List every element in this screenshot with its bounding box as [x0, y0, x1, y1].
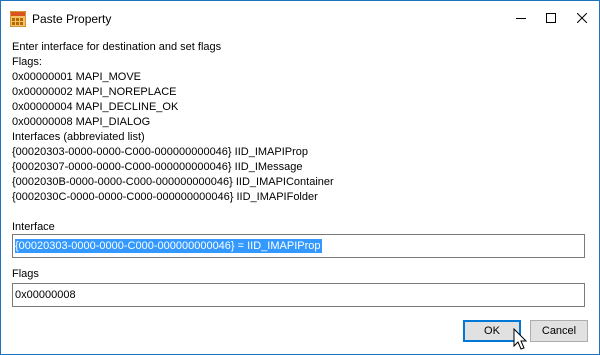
flag-line: 0x00000002 MAPI_NOREPLACE: [12, 86, 177, 98]
flags-field-value: 0x00000008: [15, 289, 76, 301]
instruction-line: Enter interface for destination and set …: [12, 41, 222, 53]
mapi-app-icon: [9, 10, 27, 28]
flag-line: 0x00000008 MAPI_DIALOG: [12, 116, 151, 128]
minimize-icon: [516, 18, 526, 19]
interface-field[interactable]: {00020303-0000-0000-C000-000000000046} =…: [12, 234, 585, 258]
flag-line: 0x00000004 MAPI_DECLINE_OK: [12, 101, 179, 113]
flags-label: Flags: [12, 268, 39, 280]
instruction-line: Interfaces (abbreviated list): [12, 131, 145, 143]
paste-property-dialog: Paste Property Enter interface for desti…: [0, 0, 600, 355]
instruction-line: Flags:: [12, 56, 42, 68]
minimize-button[interactable]: [506, 1, 536, 35]
interface-line: {0002030C-0000-0000-C000-000000000046} I…: [12, 191, 318, 203]
interface-line: {00020307-0000-0000-C000-000000000046} I…: [12, 161, 303, 173]
cancel-button[interactable]: Cancel: [530, 320, 588, 342]
close-button[interactable]: [567, 1, 597, 35]
maximize-button[interactable]: [536, 1, 566, 35]
interface-line: {00020303-0000-0000-C000-000000000046} I…: [12, 146, 309, 158]
interface-label: Interface: [12, 221, 55, 233]
window-title: Paste Property: [32, 12, 112, 26]
interface-line: {0002030B-0000-0000-C000-000000000046} I…: [12, 176, 334, 188]
flags-field[interactable]: 0x00000008: [12, 283, 585, 307]
mouse-pointer-icon: [513, 328, 528, 350]
flag-line: 0x00000001 MAPI_MOVE: [12, 71, 142, 83]
close-icon: [577, 13, 587, 23]
title-bar[interactable]: Paste Property: [1, 1, 599, 35]
interface-field-value: {00020303-0000-0000-C000-000000000046} =…: [15, 239, 322, 253]
maximize-icon: [546, 13, 556, 23]
